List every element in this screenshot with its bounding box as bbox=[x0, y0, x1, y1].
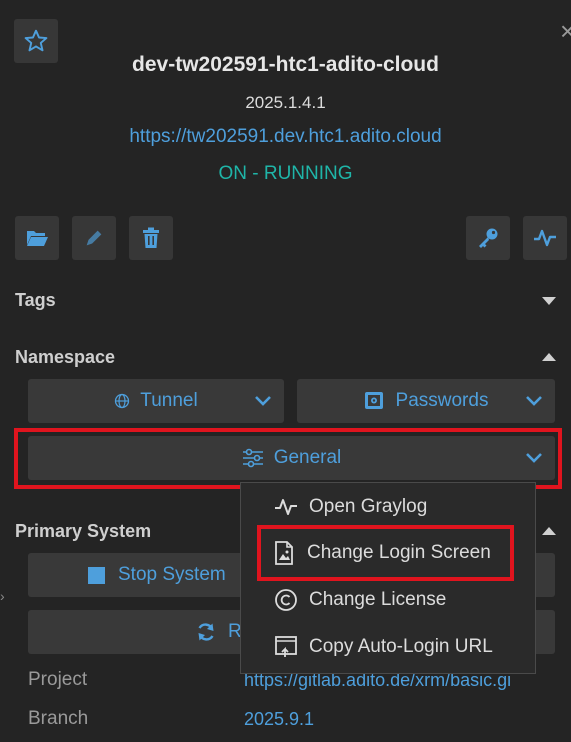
menu-item-label: Change License bbox=[309, 589, 447, 610]
passwords-label: Passwords bbox=[395, 390, 489, 411]
tunnel-label: Tunnel bbox=[140, 390, 198, 411]
general-highlight-box bbox=[14, 428, 562, 489]
globe-icon bbox=[115, 393, 130, 409]
left-edge-caret: › bbox=[0, 588, 5, 604]
project-label: Project bbox=[28, 669, 88, 690]
branch-value: 2025.9.1 bbox=[244, 709, 315, 729]
pencil-icon bbox=[86, 230, 102, 246]
menu-item-label: Copy Auto-Login URL bbox=[309, 636, 493, 657]
copyright-icon bbox=[273, 587, 299, 613]
chevron-down-icon bbox=[255, 396, 271, 406]
primary-system-section-title: Primary System bbox=[15, 521, 152, 541]
edit-button[interactable] bbox=[72, 216, 116, 260]
delete-button[interactable] bbox=[129, 216, 173, 260]
namespace-collapse-icon[interactable] bbox=[542, 353, 556, 361]
branch-label: Branch bbox=[28, 708, 89, 729]
copy-url-icon bbox=[273, 634, 299, 660]
safe-icon bbox=[364, 392, 383, 409]
menu-item-change-license[interactable]: Change License bbox=[241, 580, 535, 620]
menu-item-copy-auto-login-url[interactable]: Copy Auto-Login URL bbox=[241, 627, 535, 667]
refresh-icon bbox=[198, 623, 214, 641]
star-icon bbox=[24, 29, 48, 52]
chevron-down-icon bbox=[526, 396, 542, 406]
menu-item-open-graylog[interactable]: Open Graylog bbox=[241, 487, 535, 527]
system-status: ON - RUNNING bbox=[218, 163, 353, 184]
folder-open-icon bbox=[27, 231, 48, 246]
tags-expand-icon[interactable] bbox=[542, 297, 556, 305]
system-url-link[interactable]: https://tw202591.dev.htc1.adito.cloud bbox=[0, 126, 571, 148]
namespace-section-title: Namespace bbox=[15, 347, 116, 367]
change-login-screen-highlight-box bbox=[257, 525, 514, 581]
system-title: dev-tw202591-htc1-adito-cloud bbox=[132, 53, 439, 76]
primary-system-collapse-icon[interactable] bbox=[542, 527, 556, 535]
close-icon[interactable]: × bbox=[560, 16, 571, 47]
open-folder-button[interactable] bbox=[15, 216, 59, 260]
activity-icon bbox=[534, 229, 556, 247]
system-version: 2025.1.4.1 bbox=[245, 93, 326, 112]
activity-icon bbox=[273, 494, 299, 520]
tunnel-dropdown-button[interactable]: Tunnel bbox=[28, 379, 284, 423]
menu-item-label: Open Graylog bbox=[309, 496, 428, 517]
credentials-button[interactable] bbox=[466, 216, 510, 260]
stop-icon bbox=[88, 566, 105, 584]
monitoring-button[interactable] bbox=[523, 216, 567, 260]
tags-section-title: Tags bbox=[15, 290, 56, 310]
passwords-dropdown-button[interactable]: Passwords bbox=[297, 379, 555, 423]
key-icon bbox=[479, 228, 498, 248]
trash-icon bbox=[143, 227, 159, 248]
stop-system-label: Stop System bbox=[118, 564, 226, 585]
